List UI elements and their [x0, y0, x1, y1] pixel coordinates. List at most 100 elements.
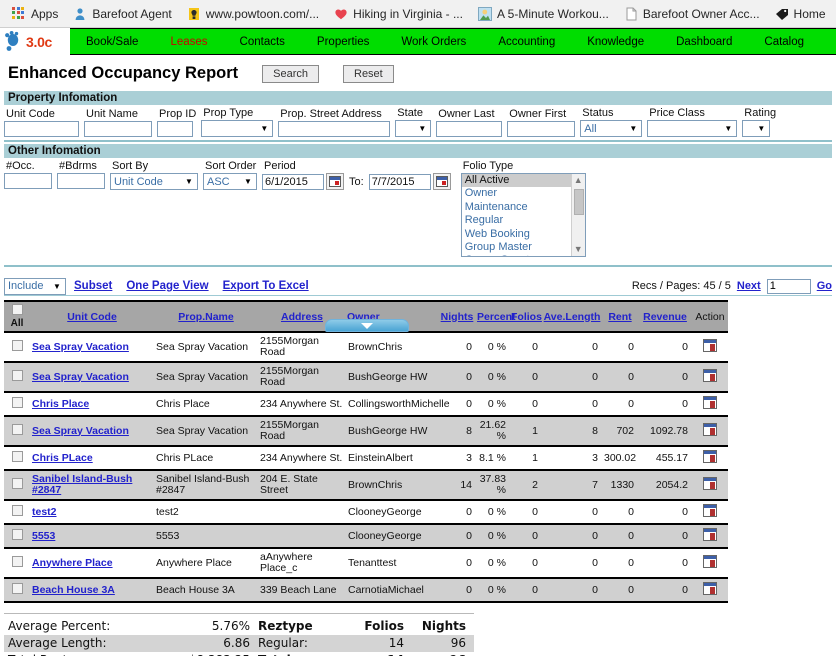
row-select-cell[interactable]	[4, 500, 30, 525]
folio-option-maintenance[interactable]: Maintenance	[462, 201, 571, 214]
scroll-down-icon[interactable]: ▼	[574, 243, 583, 256]
header-percent-link[interactable]: Percent	[477, 311, 516, 323]
cell-action[interactable]	[692, 392, 728, 417]
header-percent[interactable]: Percent	[476, 300, 516, 333]
unit-code-link[interactable]: test2	[32, 506, 57, 518]
reset-button[interactable]: Reset	[343, 64, 394, 83]
row-checkbox[interactable]	[11, 556, 23, 567]
bookmark-workout[interactable]: A 5-Minute Workou...	[472, 5, 618, 23]
nav-item-contacts[interactable]: Contacts	[224, 29, 301, 55]
table-row[interactable]: Chris PLace Chris PLace 234 Anywhere St. Ei…	[4, 446, 728, 471]
cell-action[interactable]	[692, 578, 728, 603]
row-checkbox[interactable]	[11, 340, 23, 351]
select-all-checkbox[interactable]	[11, 304, 23, 315]
row-select-cell[interactable]	[4, 524, 30, 549]
table-row[interactable]: Beach House 3A Beach House 3A 339 Beach La…	[4, 578, 728, 603]
row-checkbox[interactable]	[11, 370, 23, 381]
folio-scrollbar[interactable]: ▲ ▼	[570, 174, 585, 256]
cell-unit-code[interactable]: Sea Spray Vacation	[30, 362, 154, 393]
row-checkbox[interactable]	[11, 478, 23, 489]
header-nights-link[interactable]: Nights	[441, 311, 474, 323]
price-class-select[interactable]: ▼	[647, 120, 738, 137]
unit-code-link[interactable]: Sea Spray Vacation	[32, 371, 129, 383]
report-grid-icon[interactable]	[703, 396, 717, 409]
row-checkbox[interactable]	[11, 424, 23, 435]
folio-option-all-active[interactable]: All Active	[461, 174, 571, 188]
row-checkbox[interactable]	[11, 505, 23, 516]
cell-unit-code[interactable]: Sea Spray Vacation	[30, 332, 154, 363]
bdrms-input[interactable]	[57, 173, 105, 189]
table-row[interactable]: Sea Spray Vacation Sea Spray Vacation 2155…	[4, 332, 728, 363]
table-row[interactable]: Anywhere Place Anywhere Place aAnywhere Pl…	[4, 548, 728, 579]
include-select[interactable]: Include ▼	[4, 277, 66, 295]
report-grid-icon[interactable]	[703, 582, 717, 595]
cell-action[interactable]	[692, 446, 728, 471]
report-grid-icon[interactable]	[703, 339, 717, 352]
next-page-link[interactable]: Next	[737, 280, 761, 292]
page-number-input[interactable]	[766, 278, 811, 294]
bookmark-barefoot-owner-acc[interactable]: Barefoot Owner Acc...	[618, 5, 769, 23]
bookmark-home[interactable]: Home	[769, 5, 835, 23]
header-unit-code-link[interactable]: Unit Code	[67, 311, 117, 323]
owner-first-input[interactable]	[507, 121, 576, 137]
unit-code-link[interactable]: Sea Spray Vacation	[32, 341, 129, 353]
report-grid-icon[interactable]	[703, 504, 717, 517]
header-nights[interactable]: Nights	[438, 300, 476, 333]
export-to-excel-link[interactable]: Export To Excel	[223, 280, 309, 292]
nav-item-accounting[interactable]: Accounting	[482, 29, 571, 55]
bookmark-apps[interactable]: Apps	[6, 5, 67, 23]
header-revenue-link[interactable]: Revenue	[643, 311, 687, 323]
scrollbar-thumb[interactable]	[573, 189, 584, 215]
subset-link[interactable]: Subset	[74, 280, 112, 292]
table-row[interactable]: 5553 5553 ClooneyGeorge 0 0 % 0 0 0 0	[4, 524, 728, 549]
header-unit-code[interactable]: Unit Code	[30, 300, 154, 333]
table-row[interactable]: Sea Spray Vacation Sea Spray Vacation 2155…	[4, 416, 728, 447]
report-grid-icon[interactable]	[703, 528, 717, 541]
collapse-filters-tab[interactable]	[325, 319, 409, 332]
cell-action[interactable]	[692, 470, 728, 501]
rating-select[interactable]: ▼	[742, 120, 771, 137]
nav-item-settings[interactable]: Settings	[820, 29, 836, 55]
header-address-link[interactable]: Address	[281, 311, 323, 323]
cell-unit-code[interactable]: test2	[30, 500, 154, 525]
sort-by-select[interactable]: Unit Code ▼	[110, 173, 198, 190]
nav-item-leases[interactable]: Leases	[154, 29, 223, 55]
unit-name-input[interactable]	[84, 121, 152, 137]
cell-unit-code[interactable]: Anywhere Place	[30, 548, 154, 579]
street-address-input[interactable]	[278, 121, 391, 137]
header-rent[interactable]: Rent	[602, 300, 638, 333]
report-grid-icon[interactable]	[703, 477, 717, 490]
row-checkbox[interactable]	[11, 529, 23, 540]
cell-unit-code[interactable]: Sanibel Island-Bush #2847	[30, 470, 154, 501]
prop-type-select[interactable]: ▼	[201, 120, 274, 137]
header-prop-name-link[interactable]: Prop.Name	[178, 311, 233, 323]
header-ave-length-link[interactable]: Ave.Length	[544, 311, 601, 323]
table-row[interactable]: Chris Place Chris Place 234 Anywhere St. Co…	[4, 392, 728, 417]
row-select-cell[interactable]	[4, 392, 30, 417]
row-select-cell[interactable]	[4, 578, 30, 603]
table-row[interactable]: Sea Spray Vacation Sea Spray Vacation 2155…	[4, 362, 728, 393]
sort-order-select[interactable]: ASC ▼	[203, 173, 257, 190]
folio-option-web-booking[interactable]: Web Booking	[462, 228, 571, 241]
period-to-input[interactable]	[368, 173, 431, 190]
unit-code-link[interactable]: Chris PLace	[32, 452, 93, 464]
unit-code-link[interactable]: Beach House 3A	[32, 584, 115, 596]
cell-action[interactable]	[692, 524, 728, 549]
row-checkbox[interactable]	[11, 583, 23, 594]
cell-action[interactable]	[692, 548, 728, 579]
nav-item-work-orders[interactable]: Work Orders	[385, 29, 482, 55]
calendar-icon-to[interactable]	[432, 173, 451, 190]
scroll-up-icon[interactable]: ▲	[574, 174, 583, 187]
go-page-link[interactable]: Go	[817, 280, 832, 292]
cell-unit-code[interactable]: Sea Spray Vacation	[30, 416, 154, 447]
row-checkbox[interactable]	[11, 451, 23, 462]
nav-item-book-sale[interactable]: Book/Sale	[70, 29, 154, 55]
row-select-cell[interactable]	[4, 446, 30, 471]
unit-code-link[interactable]: Anywhere Place	[32, 557, 113, 569]
calendar-icon-from[interactable]	[326, 173, 344, 190]
nav-item-catalog[interactable]: Catalog	[748, 29, 820, 55]
header-folios[interactable]: Folios	[510, 300, 542, 333]
cell-action[interactable]	[692, 416, 728, 447]
bookmark-hiking-virginia[interactable]: Hiking in Virginia - ...	[328, 5, 472, 23]
cell-action[interactable]	[692, 332, 728, 363]
